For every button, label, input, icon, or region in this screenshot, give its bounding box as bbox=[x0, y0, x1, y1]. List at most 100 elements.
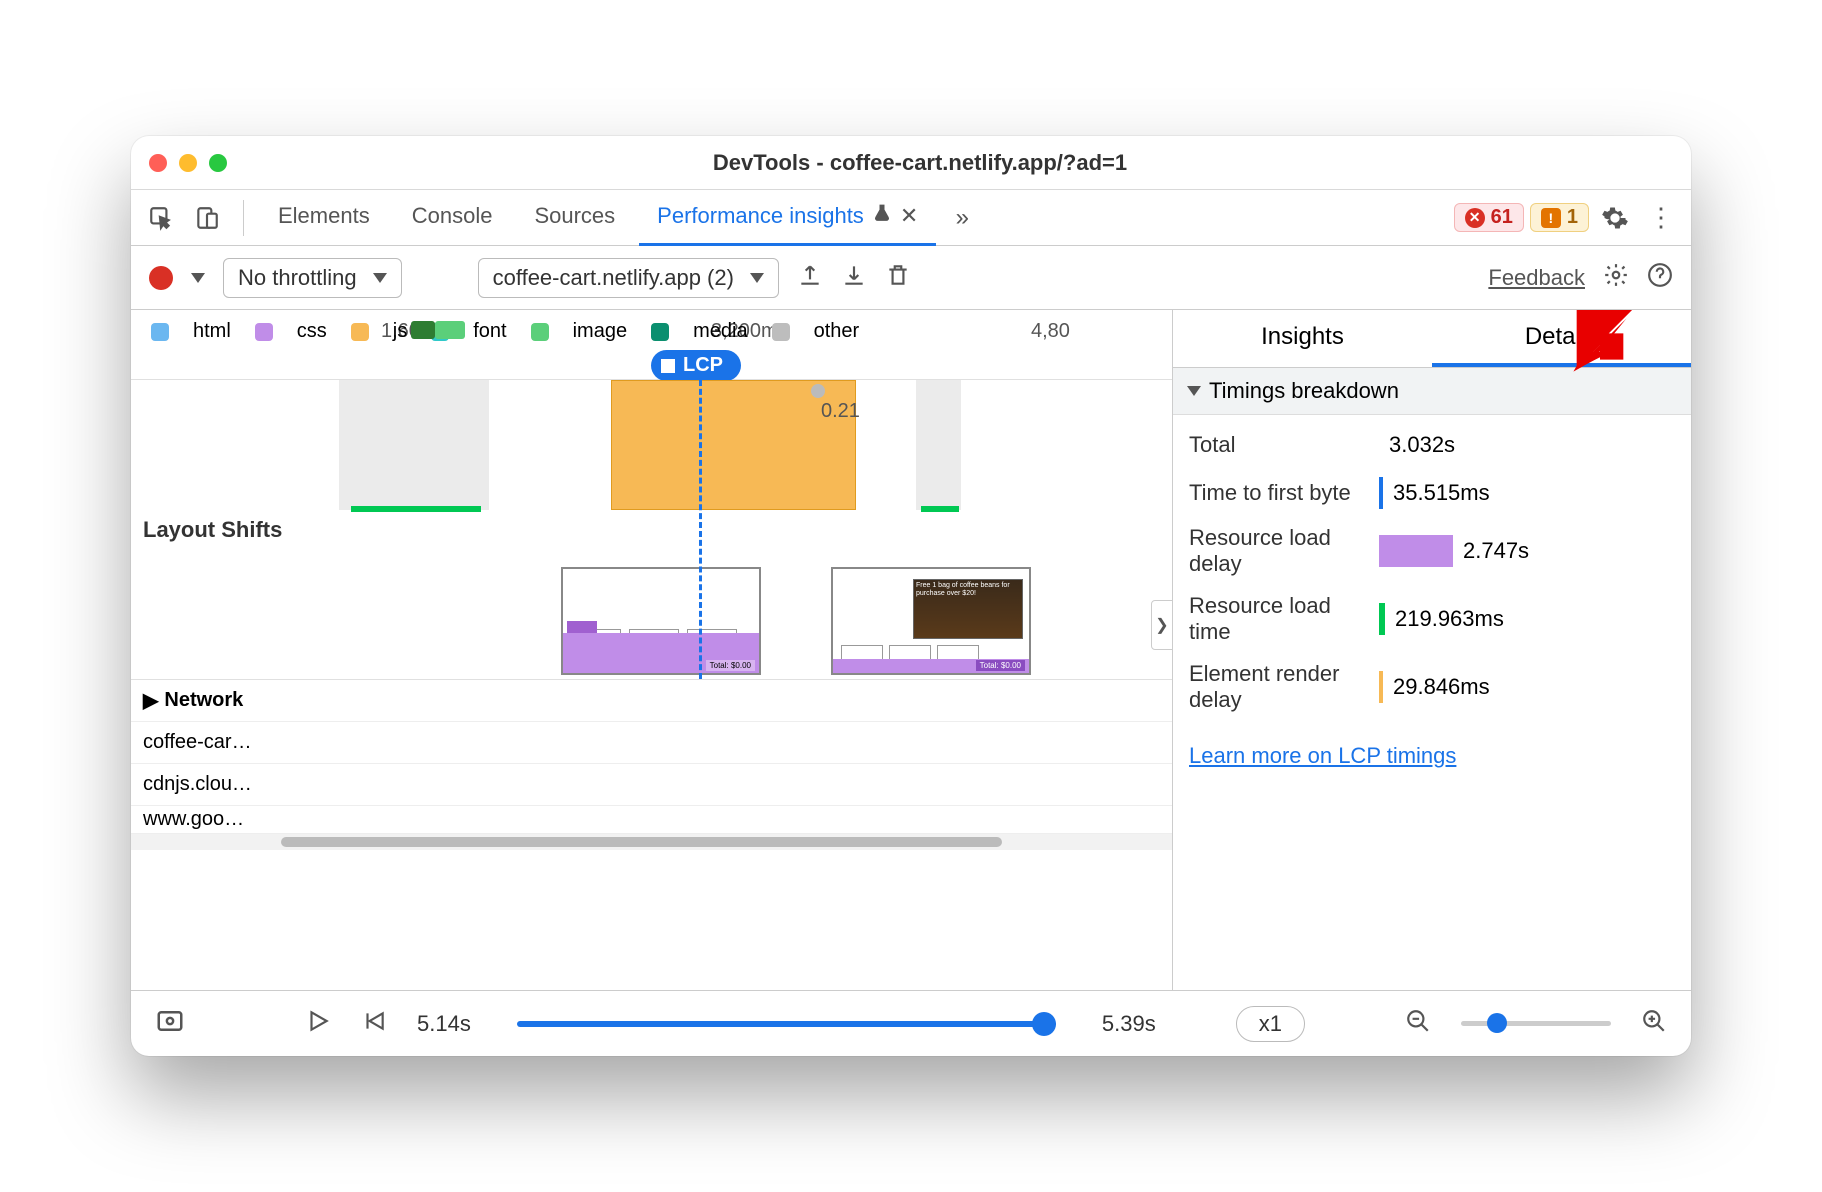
playback-slider[interactable] bbox=[501, 1021, 1072, 1027]
legend-swatch-html bbox=[151, 323, 169, 341]
layout-shifts-lane: Layout Shifts 0.21 bbox=[131, 380, 1172, 680]
record-options-icon[interactable] bbox=[191, 273, 205, 283]
details-sidebar: Insights Details Timings breakdown Total… bbox=[1173, 310, 1691, 990]
network-request-row[interactable]: www.goo… bbox=[131, 806, 1172, 834]
tab-sources[interactable]: Sources bbox=[516, 190, 633, 246]
timing-row: Element render delay29.846ms bbox=[1173, 653, 1691, 721]
warning-count: 1 bbox=[1567, 206, 1578, 229]
help-icon[interactable] bbox=[1647, 262, 1673, 294]
learn-more-row: Learn more on LCP timings bbox=[1173, 727, 1691, 785]
device-toolbar-icon[interactable] bbox=[187, 198, 227, 238]
timing-bar bbox=[1379, 477, 1383, 509]
lcp-label: LCP bbox=[683, 354, 723, 377]
collapse-sidebar-icon[interactable]: ❯ bbox=[1151, 600, 1173, 650]
kebab-menu-icon[interactable]: ⋮ bbox=[1641, 198, 1681, 238]
thumb-promo-text: Free 1 bag of coffee beans for purchase … bbox=[914, 580, 1022, 599]
timing-value: 35.515ms bbox=[1393, 480, 1490, 506]
panel-body: 1,600ms 3,200ms 4,80 LCP Layout Shifts bbox=[131, 310, 1691, 990]
chevron-down-icon bbox=[373, 273, 387, 283]
timing-value: 2.747s bbox=[1463, 538, 1529, 564]
panel-settings-icon[interactable] bbox=[1603, 262, 1629, 294]
cls-marker[interactable] bbox=[811, 384, 825, 398]
network-request-row[interactable]: coffee-car… bbox=[131, 722, 1172, 764]
traffic-lights bbox=[149, 154, 227, 172]
import-icon[interactable] bbox=[841, 262, 867, 294]
playback-footer: 5.14s 5.39s x1 bbox=[131, 990, 1691, 1056]
tab-console[interactable]: Console bbox=[394, 190, 511, 246]
timing-value: 29.846ms bbox=[1393, 674, 1490, 700]
throttling-select[interactable]: No throttling bbox=[223, 258, 402, 298]
throttling-value: No throttling bbox=[238, 265, 357, 291]
warning-badge[interactable]: ! 1 bbox=[1530, 203, 1589, 232]
flask-icon bbox=[872, 203, 892, 229]
chevron-right-icon: ▶ bbox=[143, 688, 158, 713]
lane-label: Layout Shifts bbox=[131, 380, 311, 679]
timeline-pane: 1,600ms 3,200ms 4,80 LCP Layout Shifts bbox=[131, 310, 1173, 990]
timing-key: Resource load delay bbox=[1189, 525, 1369, 577]
playhead[interactable] bbox=[699, 380, 702, 679]
current-time: 5.14s bbox=[417, 1011, 471, 1037]
tab-performance-insights[interactable]: Performance insights ✕ bbox=[639, 190, 936, 246]
export-icon[interactable] bbox=[797, 262, 823, 294]
play-icon[interactable] bbox=[305, 1008, 331, 1040]
timing-bar bbox=[1379, 603, 1385, 635]
error-count: 61 bbox=[1491, 206, 1513, 229]
zoom-in-icon[interactable] bbox=[1641, 1008, 1667, 1040]
horizontal-scrollbar[interactable] bbox=[131, 834, 1172, 850]
more-tabs-icon[interactable]: » bbox=[942, 198, 982, 238]
tab-details[interactable]: Details bbox=[1432, 310, 1691, 367]
close-window-icon[interactable] bbox=[149, 154, 167, 172]
request-host: cdnjs.clou… bbox=[131, 773, 311, 796]
network-request-row[interactable]: cdnjs.clou… bbox=[131, 764, 1172, 806]
section-title: Timings breakdown bbox=[1209, 378, 1399, 404]
timing-bar bbox=[1379, 671, 1383, 703]
maximize-window-icon[interactable] bbox=[209, 154, 227, 172]
delete-icon[interactable] bbox=[885, 262, 911, 294]
playback-speed[interactable]: x1 bbox=[1236, 1006, 1305, 1042]
stop-icon bbox=[661, 359, 675, 373]
perf-toolbar: No throttling coffee-cart.netlify.app (2… bbox=[131, 246, 1691, 310]
timing-row: Resource load delay 2.747s bbox=[1173, 517, 1691, 585]
sidebar-tabs: Insights Details bbox=[1173, 310, 1691, 368]
network-lane-label[interactable]: ▶ Network bbox=[131, 688, 311, 713]
timing-key: Time to first byte bbox=[1189, 480, 1369, 506]
window-title: DevTools - coffee-cart.netlify.app/?ad=1 bbox=[247, 150, 1593, 176]
inspect-element-icon[interactable] bbox=[141, 198, 181, 238]
screenshot-thumb[interactable]: Free 1 bag of coffee beans for purchase … bbox=[831, 567, 1031, 675]
screenshot-thumb[interactable]: Total: $0.00 bbox=[561, 567, 761, 675]
settings-icon[interactable] bbox=[1595, 198, 1635, 238]
rewind-icon[interactable] bbox=[361, 1008, 387, 1040]
tab-elements[interactable]: Elements bbox=[260, 190, 388, 246]
timing-key: Total bbox=[1189, 432, 1369, 458]
error-icon: ✕ bbox=[1465, 208, 1485, 228]
target-value: coffee-cart.netlify.app (2) bbox=[493, 265, 734, 291]
titlebar: DevTools - coffee-cart.netlify.app/?ad=1 bbox=[131, 136, 1691, 190]
timing-value: 3.032s bbox=[1389, 432, 1455, 458]
preview-toggle-icon[interactable] bbox=[155, 1006, 185, 1042]
annotation-arrow-icon bbox=[1565, 310, 1635, 385]
legend-swatch-other bbox=[772, 323, 790, 341]
zoom-slider[interactable] bbox=[1461, 1021, 1611, 1026]
request-host: www.goo… bbox=[131, 808, 311, 831]
legend-swatch-media bbox=[651, 323, 669, 341]
overview-track[interactable]: 0.21 Total: $0.00 Free 1 bag of coff bbox=[311, 380, 1172, 679]
learn-more-link[interactable]: Learn more on LCP timings bbox=[1189, 743, 1456, 768]
tab-insights[interactable]: Insights bbox=[1173, 310, 1432, 367]
thumb-total-label: Total: $0.00 bbox=[706, 660, 755, 671]
target-select[interactable]: coffee-cart.netlify.app (2) bbox=[478, 258, 779, 298]
timing-rows: Total 3.032s Time to first byte 35.515ms Res… bbox=[1173, 415, 1691, 727]
devtools-window: DevTools - coffee-cart.netlify.app/?ad=1… bbox=[131, 136, 1691, 1056]
lcp-marker[interactable]: LCP bbox=[651, 350, 741, 381]
zoom-out-icon[interactable] bbox=[1405, 1008, 1431, 1040]
minimize-window-icon[interactable] bbox=[179, 154, 197, 172]
chevron-down-icon bbox=[750, 273, 764, 283]
timing-value: 219.963ms bbox=[1395, 606, 1504, 632]
network-legend: html css js font image media other bbox=[151, 320, 859, 343]
cls-value: 0.21 bbox=[821, 400, 860, 423]
ruler-tick: 4,80 bbox=[1031, 320, 1070, 343]
error-badge[interactable]: ✕ 61 bbox=[1454, 203, 1524, 232]
timing-bar bbox=[1379, 535, 1453, 567]
close-tab-icon[interactable]: ✕ bbox=[900, 203, 918, 229]
record-button[interactable] bbox=[149, 266, 173, 290]
feedback-link[interactable]: Feedback bbox=[1488, 265, 1585, 291]
